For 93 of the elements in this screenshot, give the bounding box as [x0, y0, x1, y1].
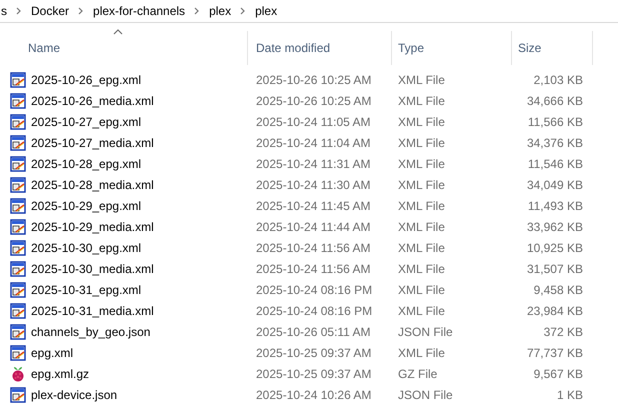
file-type: JSON File	[397, 324, 454, 338]
date-modified: 2025-10-24 11:30 AM	[255, 178, 372, 192]
document-icon	[10, 386, 26, 402]
file-name[interactable]: 2025-10-28_media.xml	[31, 178, 154, 192]
file-type: XML File	[397, 346, 446, 360]
chevron-icon	[78, 7, 84, 15]
document-icon	[10, 260, 26, 276]
column-header[interactable]: Date modified	[248, 31, 392, 65]
file-type: XML File	[397, 156, 446, 170]
file-name[interactable]: plex-device.json	[31, 388, 118, 402]
file-name[interactable]: 2025-10-30_epg.xml	[31, 240, 142, 254]
date-modified: 2025-10-25 09:37 AM	[255, 346, 372, 360]
file-size: 11,546 KB	[526, 156, 584, 170]
document-icon	[10, 218, 26, 234]
file-name[interactable]: 2025-10-29_media.xml	[31, 220, 154, 234]
document-icon	[10, 198, 26, 214]
file-size: 31,507 KB	[526, 262, 584, 276]
file-type: XML File	[397, 240, 446, 254]
file-name[interactable]: 2025-10-28_epg.xml	[31, 156, 142, 170]
breadcrumb-item[interactable]: plex	[209, 4, 232, 18]
document-icon	[10, 156, 26, 172]
file-size: 1 KB	[556, 388, 584, 402]
date-modified: 2025-10-26 10:25 AM	[255, 94, 372, 108]
document-icon	[10, 72, 26, 88]
file-size: 34,666 KB	[526, 94, 584, 108]
file-name[interactable]: 2025-10-30_media.xml	[31, 262, 154, 276]
breadcrumb-item[interactable]: plex	[255, 4, 278, 18]
raspberry-icon	[10, 366, 26, 382]
file-type: XML File	[397, 262, 446, 276]
file-type: XML File	[397, 282, 446, 296]
file-name[interactable]: 2025-10-26_media.xml	[31, 94, 154, 108]
document-icon	[10, 176, 26, 192]
file-size: 34,049 KB	[526, 178, 584, 192]
file-name[interactable]: epg.xml	[31, 346, 74, 360]
file-name[interactable]: 2025-10-31_media.xml	[31, 304, 154, 318]
date-modified: 2025-10-24 11:44 AM	[255, 220, 372, 234]
date-modified: 2025-10-24 11:05 AM	[255, 114, 372, 128]
date-modified: 2025-10-26 05:11 AM	[255, 324, 372, 338]
file-type: XML File	[397, 114, 446, 128]
document-icon	[10, 134, 26, 150]
file-size: 34,376 KB	[526, 136, 584, 150]
file-size: 11,493 KB	[526, 198, 584, 212]
chevron-icon	[240, 7, 246, 15]
file-type: JSON File	[397, 388, 454, 402]
date-modified: 2025-10-24 10:26 AM	[255, 388, 372, 402]
file-name[interactable]: channels_by_geo.json	[31, 324, 150, 338]
date-modified: 2025-10-24 11:45 AM	[255, 198, 372, 212]
column-header[interactable]: Name	[0, 31, 248, 65]
document-icon	[10, 344, 26, 360]
date-modified: 2025-10-24 11:56 AM	[255, 262, 372, 276]
file-name[interactable]: 2025-10-27_epg.xml	[31, 114, 142, 128]
document-icon	[10, 324, 26, 340]
file-name[interactable]: 2025-10-26_epg.xml	[31, 72, 142, 86]
date-modified: 2025-10-24 08:16 PM	[255, 304, 374, 318]
file-type: XML File	[397, 304, 446, 318]
date-modified: 2025-10-24 11:56 AM	[255, 240, 372, 254]
breadcrumb-item[interactable]: plex-for-channels	[93, 4, 186, 18]
file-name[interactable]: epg.xml.gz	[31, 366, 90, 380]
document-icon	[10, 92, 26, 108]
file-size: 23,984 KB	[526, 304, 584, 318]
date-modified: 2025-10-25 09:37 AM	[255, 366, 372, 380]
file-size: 11,566 KB	[526, 114, 584, 128]
file-size: 33,962 KB	[526, 220, 584, 234]
file-type: GZ File	[397, 366, 438, 380]
date-modified: 2025-10-26 10:25 AM	[255, 72, 372, 86]
breadcrumb-item[interactable]: Docker	[31, 4, 70, 18]
chevron-icon	[16, 7, 22, 15]
file-type: XML File	[397, 72, 446, 86]
column-header[interactable]: Size	[512, 31, 593, 65]
date-modified: 2025-10-24 11:31 AM	[255, 156, 372, 170]
chevron-icon	[194, 7, 200, 15]
file-type: XML File	[397, 136, 446, 150]
file-type: XML File	[397, 220, 446, 234]
file-type: XML File	[397, 178, 446, 192]
date-modified: 2025-10-24 08:16 PM	[255, 282, 374, 296]
file-name[interactable]: 2025-10-27_media.xml	[31, 136, 154, 150]
breadcrumb-item[interactable]: s	[1, 4, 7, 18]
document-icon	[10, 282, 26, 298]
file-size: 77,737 KB	[526, 346, 584, 360]
file-size: 9,458 KB	[532, 282, 584, 296]
file-size: 10,925 KB	[526, 240, 584, 254]
file-type: XML File	[397, 198, 446, 212]
file-name[interactable]: 2025-10-29_epg.xml	[31, 198, 142, 212]
document-icon	[10, 302, 26, 318]
document-icon	[10, 114, 26, 130]
date-modified: 2025-10-24 11:04 AM	[255, 136, 372, 150]
file-type: XML File	[397, 94, 446, 108]
document-icon	[10, 240, 26, 256]
file-size: 372 KB	[542, 324, 584, 338]
file-size: 9,567 KB	[532, 366, 584, 380]
file-name[interactable]: 2025-10-31_epg.xml	[31, 282, 142, 296]
column-header[interactable]: Type	[392, 31, 512, 65]
file-size: 2,103 KB	[532, 72, 584, 86]
